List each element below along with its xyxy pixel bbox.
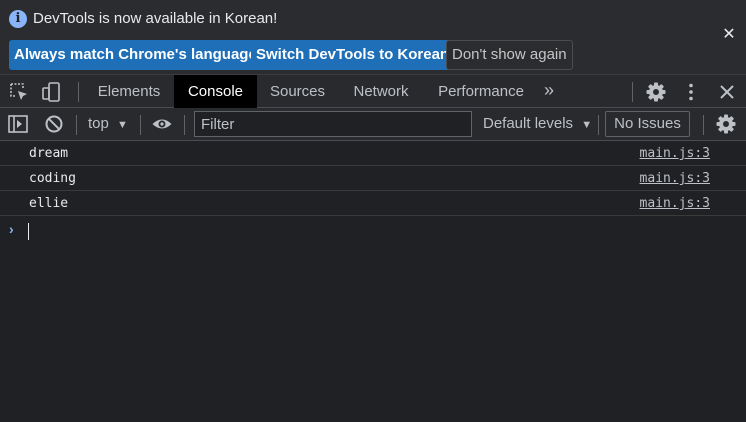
inspect-element-icon[interactable] [8, 81, 30, 103]
console-message: dream main.js:3 [0, 141, 746, 166]
kebab-menu-icon[interactable] [680, 81, 702, 103]
clear-console-icon[interactable] [43, 113, 65, 135]
toolbar-divider [632, 82, 633, 102]
tab-performance[interactable]: Performance [426, 75, 536, 108]
source-link[interactable]: main.js:3 [640, 196, 710, 211]
close-devtools-icon[interactable] [716, 81, 738, 103]
console-toolbar: top ▼ Default levels ▼ No Issues [0, 108, 746, 141]
switch-to-korean-button[interactable]: Switch DevTools to Korean [251, 40, 455, 70]
tab-elements[interactable]: Elements [86, 75, 172, 108]
toolbar-divider [703, 115, 704, 135]
more-tabs-chevron-icon[interactable]: » [544, 75, 554, 108]
toolbar-divider [76, 115, 77, 135]
sidebar-toggle-icon[interactable] [7, 113, 29, 135]
settings-icon[interactable] [645, 81, 667, 103]
issues-button[interactable]: No Issues [605, 111, 690, 137]
toolbar-divider [184, 115, 185, 135]
eye-icon[interactable] [151, 113, 173, 135]
tab-network[interactable]: Network [340, 75, 422, 108]
console-settings-icon[interactable] [715, 113, 737, 135]
chevron-down-icon: ▼ [581, 119, 593, 131]
console-message: ellie main.js:3 [0, 191, 746, 216]
always-match-language-button[interactable]: Always match Chrome's language [9, 40, 262, 70]
context-value: top [88, 115, 109, 132]
log-levels-dropdown[interactable]: Default levels ▼ [483, 108, 592, 140]
tab-console[interactable]: Console [174, 75, 257, 108]
message-text: coding [29, 171, 76, 186]
tab-sources[interactable]: Sources [258, 75, 337, 108]
message-text: dream [29, 146, 69, 161]
message-text: ellie [29, 196, 69, 211]
context-selector[interactable]: top ▼ [88, 108, 128, 140]
infobar-message: DevTools is now available in Korean! [33, 10, 278, 27]
source-link[interactable]: main.js:3 [640, 146, 710, 161]
chevron-down-icon: ▼ [117, 119, 128, 131]
console-messages: dream main.js:3 coding main.js:3 ellie m… [0, 141, 746, 216]
dont-show-again-button[interactable]: Don't show again [446, 40, 573, 70]
toolbar-divider [78, 82, 79, 102]
console-message: coding main.js:3 [0, 166, 746, 191]
source-link[interactable]: main.js:3 [640, 171, 710, 186]
log-levels-label: Default levels [483, 115, 574, 132]
console-input[interactable] [28, 217, 728, 243]
devtools-tabbar: Elements Console Sources Network Perform… [0, 74, 746, 108]
toolbar-divider [598, 115, 599, 135]
language-infobar: i DevTools is now available in Korean! A… [0, 0, 746, 74]
console-prompt: › [0, 217, 746, 243]
device-toolbar-icon[interactable] [40, 81, 62, 103]
prompt-chevron-icon: › [9, 221, 14, 237]
filter-input[interactable] [194, 111, 472, 137]
info-icon: i [9, 10, 27, 28]
close-icon[interactable]: ✕ [720, 26, 738, 44]
toolbar-divider [140, 115, 141, 135]
